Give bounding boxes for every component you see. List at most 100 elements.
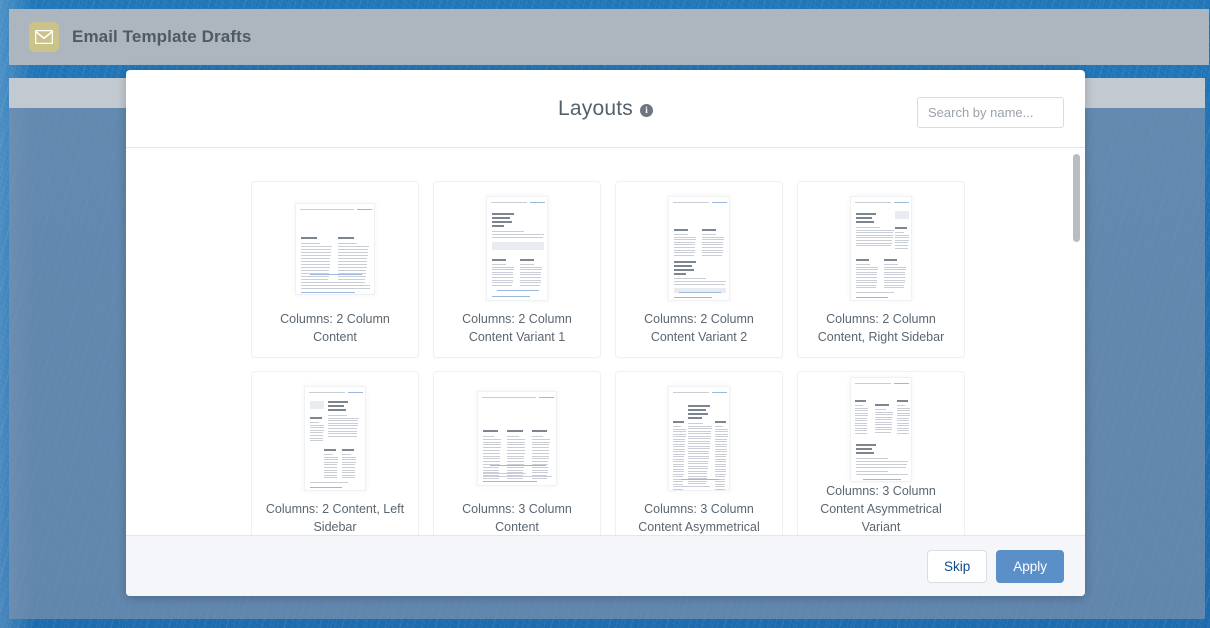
thumb-line [324,467,338,468]
thumb-line [342,459,356,461]
thumb-heading [856,217,872,219]
layout-card[interactable]: Columns: 2 Column Content Variant 2 [615,181,783,358]
skip-button[interactable]: Skip [926,549,988,583]
layout-card[interactable]: Columns: 3 Column Content Asymmetrical [615,371,783,535]
thumb-line [688,483,707,484]
layout-card[interactable]: Columns: 2 Column Content, Right Sidebar [797,181,965,358]
thumb-line [673,458,685,460]
layout-card[interactable]: Columns: 2 Content, Left Sidebar [251,371,419,535]
thumb-line [342,461,356,463]
thumb-heading [483,430,499,432]
thumb-block [895,211,909,219]
thumb-line [715,471,726,472]
thumb-line [492,266,514,268]
thumb-line [673,433,686,435]
thumb-heading [856,221,874,223]
thumb-line [688,445,710,447]
info-icon[interactable]: i [639,103,653,117]
thumb-line [673,466,684,467]
thumb-line [855,202,891,203]
thumb-line [702,234,716,235]
thumb-line [875,419,893,420]
thumb-line [674,236,696,238]
thumb-line [856,474,908,475]
layout-card[interactable]: Columns: 2 Column Content Variant 1 [433,181,601,358]
thumb-heading [674,269,694,271]
thumb-line [483,444,501,446]
thumb-line [856,471,889,472]
thumb-line [301,278,329,280]
thumb-line [507,478,523,479]
layouts-scroll-area[interactable]: Columns: 2 Column Content Columns: 2 Colu… [126,148,1085,535]
thumb-line [875,411,893,413]
thumb-line [856,242,892,244]
thumb-line [884,269,906,271]
thumb-line [884,277,905,278]
thumb-line [895,232,904,233]
thumb-line [856,271,878,273]
thumb-line [674,297,712,298]
thumb-line [301,254,331,256]
thumb-line [895,247,909,249]
layout-card[interactable]: Columns: 3 Column Content Asymmetrical V… [797,371,965,535]
thumb-line [507,469,524,471]
thumb-line [715,461,727,462]
thumb-line [507,458,525,460]
thumb-line [673,446,685,447]
thumb-line [856,266,878,268]
page-title: Email Template Drafts [72,27,252,46]
thumb-heading [328,401,348,403]
thumb-heading [492,221,512,223]
thumb-line [483,478,499,479]
thumb-line [688,430,712,432]
layout-card-label: Columns: 2 Column Content Variant 2 [644,312,754,344]
thumb-line [301,281,345,283]
thumb-line [310,482,348,483]
layout-card[interactable]: Columns: 3 Column Content [433,371,601,535]
apply-button[interactable]: Apply [996,549,1064,583]
thumb-line [895,242,909,244]
thumb-line [673,483,683,485]
layouts-grid: Columns: 2 Column Content Columns: 2 Colu… [126,148,1085,535]
thumb-line [342,464,356,466]
layout-card-label: Columns: 2 Column Content [280,312,390,344]
thumb-line [483,481,537,482]
thumb-line [688,480,707,482]
thumb-line [674,249,695,251]
thumb-heading [856,448,872,450]
thumb-line [520,271,542,273]
layout-card[interactable]: Columns: 2 Column Content [251,181,419,358]
thumb-line [507,436,519,437]
thumb-line [300,208,354,210]
thumb-heading [897,400,908,402]
layout-thumbnail-wrap [798,182,964,310]
thumb-line [338,254,368,256]
thumb-line [483,441,501,443]
thumb-line [673,461,685,462]
thumb-heading [492,213,514,215]
thumb-line [897,412,910,414]
thumb-line [674,486,710,487]
thumb-line [673,451,685,452]
scrollbar-track[interactable] [1073,154,1080,529]
search-input[interactable] [917,97,1064,128]
scrollbar-thumb[interactable] [1073,154,1080,242]
thumb-line [492,284,513,286]
thumb-line [531,450,550,451]
thumb-line [673,436,686,437]
thumb-line [328,435,357,437]
thumb-line [702,241,724,243]
thumb-line [507,438,526,440]
thumb-heading [492,259,506,261]
thumb-line [855,430,867,431]
thumb-line [897,422,910,424]
thumb-line [897,427,909,429]
thumb-heading [674,265,692,267]
modal-footer: Skip Apply [126,535,1085,596]
thumb-line [863,479,901,480]
thumb-line [715,436,728,437]
thumb-heading [342,449,354,451]
thumb-line [483,452,501,454]
thumb-heading [324,449,336,451]
thumb-line [507,461,525,463]
